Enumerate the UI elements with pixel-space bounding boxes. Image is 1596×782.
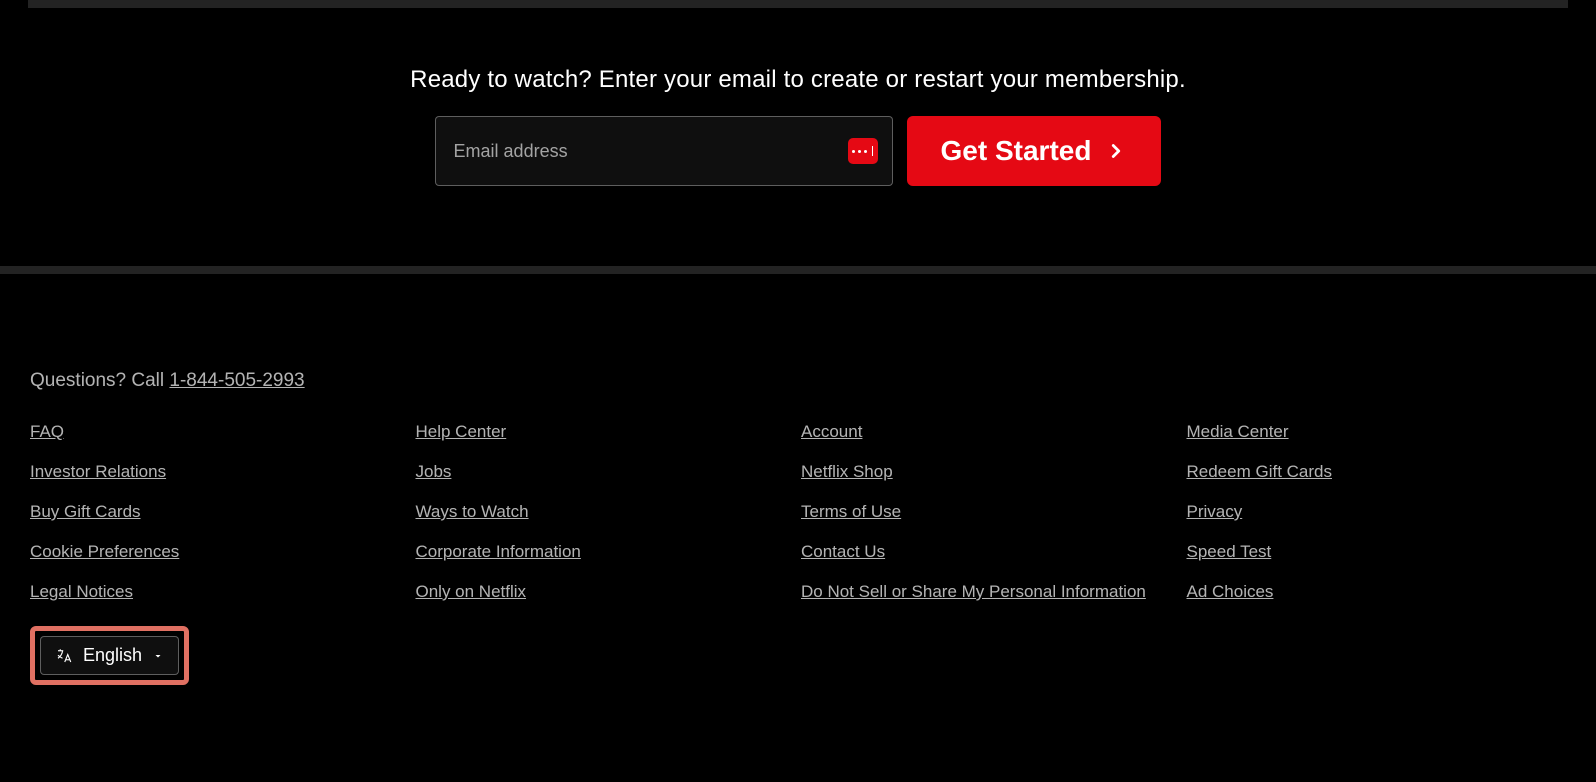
email-form: Get Started [435,116,1162,186]
footer-link[interactable]: Speed Test [1187,542,1272,562]
footer-link[interactable]: Do Not Sell or Share My Personal Informa… [801,582,1146,602]
language-selector[interactable]: English [40,636,179,675]
footer-link[interactable]: Cookie Preferences [30,542,179,562]
footer-link[interactable]: Redeem Gift Cards [1187,462,1333,482]
footer-link[interactable]: Netflix Shop [801,462,893,482]
chevron-right-icon [1105,140,1127,162]
footer-link[interactable]: Privacy [1187,502,1243,522]
footer-link[interactable]: Ways to Watch [416,502,529,522]
questions-phone-link[interactable]: 1-844-505-2993 [169,370,304,391]
cta-section: Ready to watch? Enter your email to crea… [0,8,1596,266]
get-started-label: Get Started [941,135,1092,167]
footer-link[interactable]: FAQ [30,422,64,442]
language-selected-label: English [83,645,142,666]
footer-link[interactable]: Help Center [416,422,507,442]
footer-link[interactable]: Legal Notices [30,582,133,602]
footer-link[interactable]: Ad Choices [1187,582,1274,602]
questions-prefix: Questions? Call [30,370,169,391]
top-divider [28,0,1568,8]
cta-heading: Ready to watch? Enter your email to crea… [0,66,1596,94]
questions-line: Questions? Call 1-844-505-2993 [30,370,1566,392]
caret-down-icon [152,650,164,662]
footer-link[interactable]: Only on Netflix [416,582,527,602]
password-manager-icon[interactable] [848,138,878,164]
language-selector-highlight: English [30,626,189,685]
footer-link[interactable]: Contact Us [801,542,885,562]
footer-link[interactable]: Investor Relations [30,462,166,482]
footer-link[interactable]: Media Center [1187,422,1289,442]
get-started-button[interactable]: Get Started [907,116,1162,186]
footer-link[interactable]: Corporate Information [416,542,581,562]
footer-link[interactable]: Jobs [416,462,452,482]
footer-link[interactable]: Buy Gift Cards [30,502,141,522]
email-input-container [435,116,893,186]
footer-link[interactable]: Account [801,422,862,442]
language-icon [55,647,73,665]
footer-links-grid: FAQ Help Center Account Media Center Inv… [30,422,1560,602]
footer: Questions? Call 1-844-505-2993 FAQ Help … [0,274,1596,745]
section-divider [0,266,1596,274]
footer-link[interactable]: Terms of Use [801,502,901,522]
email-input[interactable] [436,117,892,185]
